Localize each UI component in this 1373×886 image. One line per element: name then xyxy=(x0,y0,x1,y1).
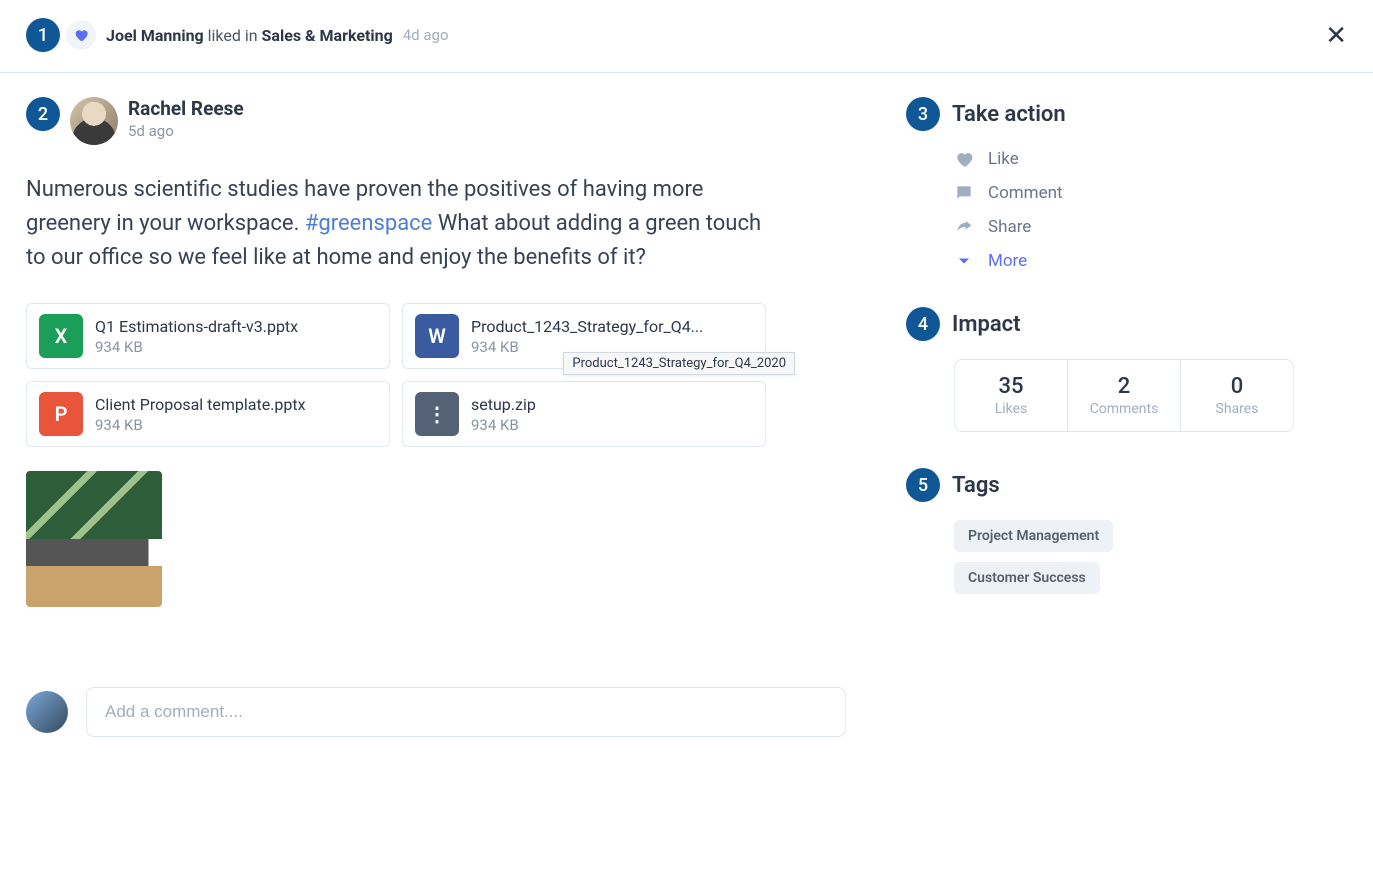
close-button[interactable]: ✕ xyxy=(1325,22,1347,48)
share-label: Share xyxy=(988,217,1031,237)
impact-likes-label: Likes xyxy=(961,401,1061,417)
activity-header: 1 Joel Manning liked in Sales & Marketin… xyxy=(0,0,1373,73)
attachment-item[interactable]: P Client Proposal template.pptx 934 KB xyxy=(26,381,390,447)
file-name: Client Proposal template.pptx xyxy=(95,395,306,414)
activity-text: Joel Manning liked in Sales & Marketing xyxy=(106,26,393,45)
hashtag-link[interactable]: #greenspace xyxy=(305,211,433,236)
annotation-badge-4: 4 xyxy=(906,307,940,341)
attachment-item[interactable]: W Product_1243_Strategy_for_Q4... 934 KB… xyxy=(402,303,766,369)
tag-pill[interactable]: Project Management xyxy=(954,520,1113,552)
more-label: More xyxy=(988,251,1027,271)
comment-input[interactable] xyxy=(86,687,846,737)
file-type-icon: ⋮ xyxy=(415,392,459,436)
annotation-badge-5: 5 xyxy=(906,468,940,502)
impact-shares-label: Shares xyxy=(1187,401,1287,417)
channel-name: Sales & Marketing xyxy=(262,26,393,45)
attachments-grid: X Q1 Estimations-draft-v3.pptx 934 KB W … xyxy=(26,303,766,447)
impact-likes-count: 35 xyxy=(961,374,1061,399)
impact-stats: 35 Likes 2 Comments 0 Shares xyxy=(954,359,1294,432)
attachment-item[interactable]: ⋮ setup.zip 934 KB xyxy=(402,381,766,447)
like-label: Like xyxy=(988,149,1019,169)
impact-shares[interactable]: 0 Shares xyxy=(1181,360,1293,431)
chevron-down-icon xyxy=(954,251,974,271)
annotation-badge-2: 2 xyxy=(26,97,60,131)
author-avatar[interactable] xyxy=(70,97,118,145)
impact-comments-label: Comments xyxy=(1074,401,1174,417)
share-action[interactable]: Share xyxy=(954,217,1306,237)
impact-comments-count: 2 xyxy=(1074,374,1174,399)
image-thumbnail[interactable] xyxy=(26,471,162,607)
file-size: 934 KB xyxy=(471,416,536,434)
attachment-item[interactable]: X Q1 Estimations-draft-v3.pptx 934 KB xyxy=(26,303,390,369)
filename-tooltip: Product_1243_Strategy_for_Q4_2020 xyxy=(563,352,795,375)
tag-pill[interactable]: Customer Success xyxy=(954,562,1100,594)
file-type-icon: P xyxy=(39,392,83,436)
post-author[interactable]: Rachel Reese xyxy=(128,97,244,120)
annotation-badge-3: 3 xyxy=(906,97,940,131)
liker-name: Joel Manning xyxy=(106,26,204,45)
impact-comments[interactable]: 2 Comments xyxy=(1068,360,1181,431)
comment-action[interactable]: Comment xyxy=(954,183,1306,203)
file-size: 934 KB xyxy=(95,416,306,434)
post-time: 5d ago xyxy=(128,122,244,140)
comment-row xyxy=(26,687,846,737)
share-icon xyxy=(954,217,974,237)
file-name: Q1 Estimations-draft-v3.pptx xyxy=(95,317,298,336)
impact-likes[interactable]: 35 Likes xyxy=(955,360,1068,431)
impact-section: 4 Impact 35 Likes 2 Comments 0 Shares xyxy=(906,307,1306,432)
tags-section: 5 Tags Project Management Customer Succe… xyxy=(906,468,1306,594)
heart-icon xyxy=(954,149,974,169)
comment-icon xyxy=(954,183,974,203)
like-action[interactable]: Like xyxy=(954,149,1306,169)
file-size: 934 KB xyxy=(95,338,298,356)
file-name: Product_1243_Strategy_for_Q4... xyxy=(471,317,703,336)
activity-verb: liked in xyxy=(204,26,262,45)
impact-title: Impact xyxy=(952,312,1021,337)
take-action-section: 3 Take action Like Comment Share xyxy=(906,97,1306,271)
annotation-badge-1: 1 xyxy=(26,18,60,52)
comment-label: Comment xyxy=(988,183,1063,203)
impact-shares-count: 0 xyxy=(1187,374,1287,399)
file-type-icon: W xyxy=(415,314,459,358)
post-body: Numerous scientific studies have proven … xyxy=(26,173,786,275)
heart-icon xyxy=(73,27,89,43)
file-type-icon: X xyxy=(39,314,83,358)
activity-time: 4d ago xyxy=(403,26,449,44)
file-name: setup.zip xyxy=(471,395,536,414)
take-action-title: Take action xyxy=(952,102,1066,127)
current-user-avatar[interactable] xyxy=(26,691,68,733)
more-action[interactable]: More xyxy=(954,251,1306,271)
post-header: 2 Rachel Reese 5d ago xyxy=(26,97,846,145)
tags-title: Tags xyxy=(952,473,1000,498)
like-indicator-chip xyxy=(66,20,96,50)
